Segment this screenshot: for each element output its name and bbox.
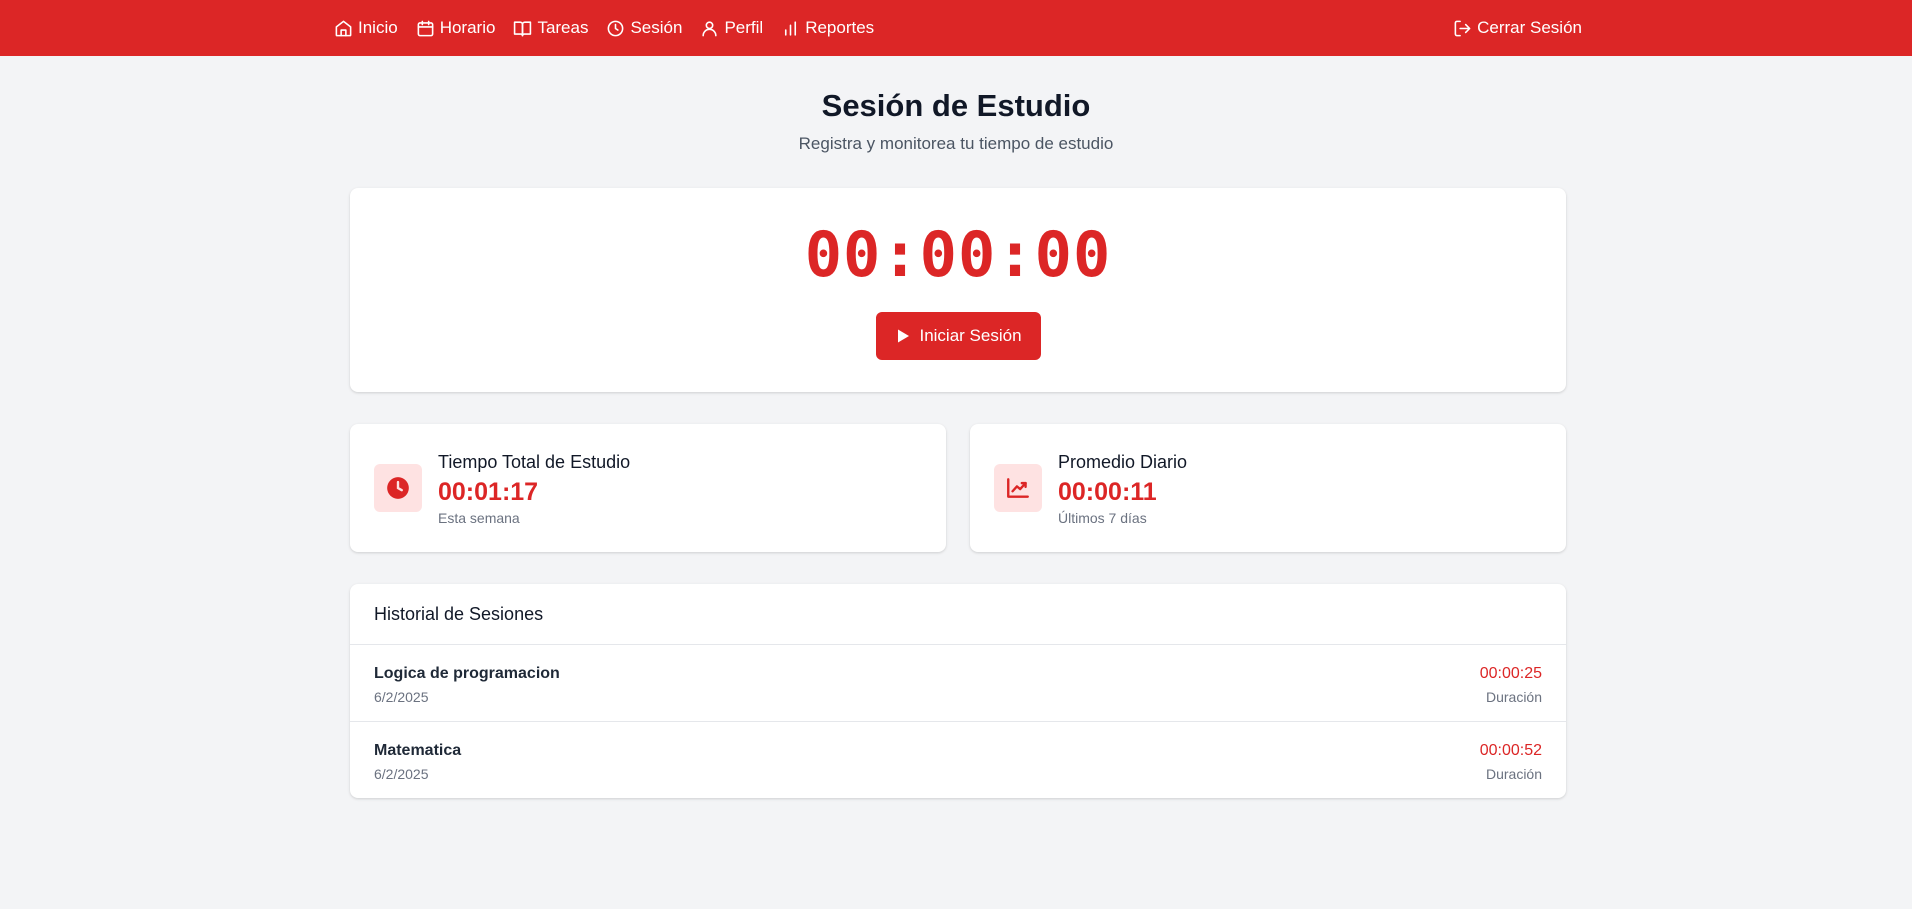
stat-subtitle: Esta semana [438, 510, 520, 526]
home-icon [335, 20, 352, 36]
nav-item-label: Horario [439, 18, 496, 37]
nav-item-horario[interactable]: Horario [416, 18, 496, 38]
session-row[interactable]: Matematica 6/2/2025 00:00:52 Duración [350, 722, 1566, 799]
logout-button[interactable]: Cerrar Sesión [1453, 18, 1582, 38]
session-duration: 00:00:52 [1479, 742, 1542, 759]
bar-chart-icon [785, 20, 797, 36]
timer-card: 00:00:00 Iniciar Sesión [350, 188, 1566, 392]
nav-item-label: Tareas [537, 18, 589, 37]
history-title: Historial de Sesiones [350, 584, 1566, 645]
page-subtitle: Registra y monitorea tu tiempo de estudi… [798, 134, 1114, 153]
page-title: Sesión de Estudio [821, 88, 1091, 123]
stat-value: 00:01:17 [438, 478, 539, 506]
nav-item-label: Perfil [724, 18, 764, 37]
session-name: Logica de programacion [374, 665, 560, 682]
trending-up-icon [1007, 478, 1029, 498]
stat-subtitle: Últimos 7 días [1058, 510, 1147, 526]
timer-display: 00:00:00 [804, 218, 1112, 291]
clock-icon [608, 20, 624, 36]
session-date: 6/2/2025 [374, 766, 429, 782]
session-row[interactable]: Logica de programacion 6/2/2025 00:00:25… [350, 645, 1566, 722]
clock-icon [387, 477, 409, 499]
session-duration-label: Duración [1485, 766, 1542, 782]
stat-icon-box [374, 464, 422, 512]
calendar-icon [417, 20, 434, 36]
session-date: 6/2/2025 [374, 689, 429, 705]
stat-icon-box [994, 464, 1042, 512]
nav-item-inicio[interactable]: Inicio [334, 18, 398, 38]
nav-item-sesion[interactable]: Sesión [606, 18, 682, 38]
start-session-label: Iniciar Sesión [919, 326, 1022, 345]
stat-card-total: Tiempo Total de Estudio 00:01:17 Esta se… [350, 424, 946, 552]
nav-item-label: Reportes [805, 18, 875, 37]
session-name: Matematica [374, 742, 462, 759]
nav-links: Inicio Horario Tareas Sesión Perfil Repo… [334, 0, 874, 56]
nav-item-label: Sesión [630, 18, 683, 37]
session-duration-label: Duración [1485, 689, 1542, 705]
top-navbar: Inicio Horario Tareas Sesión Perfil Repo… [0, 0, 1912, 56]
session-duration: 00:00:25 [1479, 665, 1542, 682]
start-session-button[interactable]: Iniciar Sesión [876, 312, 1041, 360]
stat-value: 00:00:11 [1058, 478, 1157, 506]
logout-icon [1454, 20, 1471, 36]
stat-title: Promedio Diario [1058, 452, 1188, 472]
nav-right: Cerrar Sesión [1453, 0, 1582, 56]
nav-item-reportes[interactable]: Reportes [781, 18, 874, 38]
book-icon [514, 20, 532, 36]
nav-item-perfil[interactable]: Perfil [700, 18, 763, 38]
nav-item-label: Inicio [358, 18, 398, 37]
stat-title: Tiempo Total de Estudio [438, 452, 631, 472]
user-icon [702, 20, 718, 36]
session-history-card: Historial de Sesiones Logica de programa… [350, 584, 1566, 798]
stat-card-average: Promedio Diario 00:00:11 Últimos 7 días [970, 424, 1566, 552]
nav-item-tareas[interactable]: Tareas [513, 18, 588, 38]
logout-label: Cerrar Sesión [1477, 18, 1582, 37]
play-icon [898, 329, 910, 343]
